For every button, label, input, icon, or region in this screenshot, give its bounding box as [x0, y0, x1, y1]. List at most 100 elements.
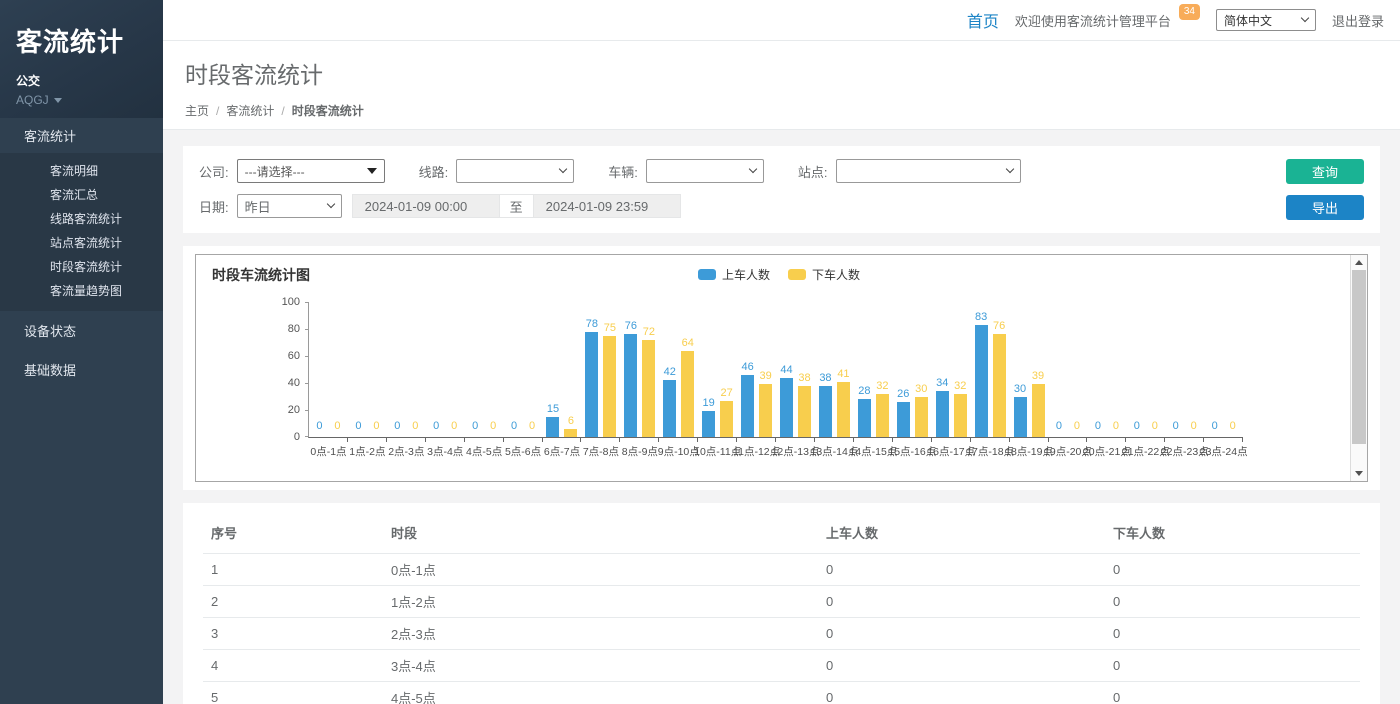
chart-category-slot: 00: [426, 303, 465, 437]
x-axis-tick: [737, 437, 776, 442]
table-row: 32点-3点00: [203, 618, 1360, 650]
x-axis-tick: [893, 437, 932, 442]
bar-column: 0: [352, 420, 365, 437]
breadcrumb-separator: /: [216, 104, 219, 118]
chart-inner[interactable]: 时段车流统计图 上车人数 下车人数: [196, 255, 1350, 481]
table-cell: 2点-3点: [383, 618, 818, 650]
bar-value-label: 39: [1032, 370, 1044, 382]
date-range-group: 2024-01-09 00:00 至 2024-01-09 23:59: [352, 194, 681, 218]
scrollbar-thumb[interactable]: [1352, 270, 1366, 444]
legend-label-alighting: 下车人数: [812, 266, 860, 283]
bar: [837, 382, 850, 437]
bar-column: 0: [313, 420, 326, 437]
export-button[interactable]: 导出: [1286, 195, 1364, 220]
scroll-up-icon[interactable]: [1355, 260, 1363, 265]
bar: [624, 334, 637, 437]
chart-bars: 0000000000001567875767242641927463944383…: [309, 303, 1243, 437]
chevron-down-icon: [1301, 14, 1309, 22]
bar-column: 0: [1169, 420, 1182, 437]
chart-category-slot: 00: [348, 303, 387, 437]
line-select[interactable]: [456, 159, 574, 183]
sidebar-item-passenger-stats[interactable]: 客流统计: [0, 118, 163, 153]
chart-legend: 上车人数 下车人数: [208, 266, 1350, 283]
x-axis-tick: [543, 437, 582, 442]
bar-value-label: 0: [373, 420, 379, 432]
vehicle-select[interactable]: [646, 159, 764, 183]
bar-value-label: 0: [529, 420, 535, 432]
sidebar-nav: 客流统计 客流明细 客流汇总 线路客流统计 站点客流统计 时段客流统计 客流量趋…: [0, 118, 163, 389]
bar-value-label: 0: [1134, 420, 1140, 432]
table-cell: 3点-4点: [383, 650, 818, 682]
x-axis-label: 2点-3点: [387, 444, 426, 458]
bar-column: 46: [741, 361, 754, 437]
bar-column: 0: [487, 420, 500, 437]
bar-value-label: 78: [586, 318, 598, 330]
sidebar-item-line-stats[interactable]: 线路客流统计: [0, 207, 163, 231]
breadcrumb-passenger-stats[interactable]: 客流统计: [226, 102, 274, 119]
bar-value-label: 44: [780, 364, 792, 376]
chevron-down-icon: [1005, 165, 1013, 173]
sidebar-item-passenger-summary[interactable]: 客流汇总: [0, 183, 163, 207]
x-axis-label: 8点-9点: [620, 444, 659, 458]
bar-value-label: 0: [451, 420, 457, 432]
bar: [993, 334, 1006, 437]
scroll-down-icon[interactable]: [1355, 471, 1363, 476]
y-axis-label: 80: [260, 323, 300, 335]
logout-link[interactable]: 退出登录: [1332, 11, 1384, 30]
sidebar-item-base-data[interactable]: 基础数据: [0, 350, 163, 389]
breadcrumb-home[interactable]: 主页: [185, 102, 209, 119]
bar-value-label: 0: [490, 420, 496, 432]
x-axis-tick: [932, 437, 971, 442]
station-filter: 站点:: [798, 159, 1021, 183]
x-axis-tick: [620, 437, 659, 442]
sidebar-item-trend-chart[interactable]: 客流量趋势图: [0, 279, 163, 303]
station-select[interactable]: [836, 159, 1021, 183]
table-header-period: 时段: [383, 509, 818, 554]
chevron-down-icon: [559, 165, 567, 173]
x-axis-tick: [815, 437, 854, 442]
user-menu[interactable]: AQGJ: [16, 93, 147, 107]
bar: [1032, 384, 1045, 437]
table-row: 54点-5点00: [203, 682, 1360, 704]
x-axis-label: 22点-23点: [1165, 444, 1204, 458]
sidebar-item-station-stats[interactable]: 站点客流统计: [0, 231, 163, 255]
sidebar-item-device-status[interactable]: 设备状态: [0, 311, 163, 350]
legend-item-boarding[interactable]: 上车人数: [698, 266, 770, 283]
home-link[interactable]: 首页: [967, 8, 999, 32]
chart-category-slot: 00: [504, 303, 543, 437]
bar: [546, 417, 559, 437]
bar: [798, 386, 811, 437]
date-end-input[interactable]: 2024-01-09 23:59: [533, 194, 681, 218]
table-cell: 0: [818, 554, 1105, 586]
language-select-value: 简体中文: [1224, 12, 1272, 29]
bar-value-label: 19: [703, 397, 715, 409]
notification-badge[interactable]: 34: [1179, 4, 1200, 20]
bar-column: 76: [993, 320, 1006, 437]
x-axis-label: 12点-13点: [776, 444, 815, 458]
date-start-input[interactable]: 2024-01-09 00:00: [352, 194, 500, 218]
chart-category-slot: 2630: [893, 303, 932, 437]
chart-category-slot: 00: [387, 303, 426, 437]
chart-x-labels: 0点-1点1点-2点2点-3点3点-4点4点-5点5点-6点6点-7点7点-8点…: [309, 444, 1243, 458]
company-select[interactable]: ---请选择---: [237, 159, 385, 183]
query-button[interactable]: 查询: [1286, 159, 1364, 184]
chart-scrollbar[interactable]: [1350, 255, 1367, 481]
bar-column: 64: [681, 337, 694, 437]
y-axis-label: 60: [260, 350, 300, 362]
chart-header: 时段车流统计图 上车人数 下车人数: [208, 261, 1350, 285]
language-select[interactable]: 简体中文: [1216, 9, 1316, 31]
bar-value-label: 39: [759, 370, 771, 382]
chart-category-slot: 00: [309, 303, 348, 437]
x-axis-tick: [1126, 437, 1165, 442]
x-axis-tick: [776, 437, 815, 442]
x-axis-label: 13点-14点: [815, 444, 854, 458]
line-label: 线路:: [419, 162, 449, 181]
table-cell: 0: [1105, 682, 1360, 704]
sidebar-item-period-stats[interactable]: 时段客流统计: [0, 255, 163, 279]
sidebar-item-passenger-detail[interactable]: 客流明细: [0, 159, 163, 183]
date-preset-select[interactable]: 昨日: [237, 194, 342, 218]
bar-value-label: 42: [664, 366, 676, 378]
table-body: 10点-1点0021点-2点0032点-3点0043点-4点0054点-5点00…: [203, 554, 1360, 704]
legend-item-alighting[interactable]: 下车人数: [788, 266, 860, 283]
bar-value-label: 30: [915, 383, 927, 395]
